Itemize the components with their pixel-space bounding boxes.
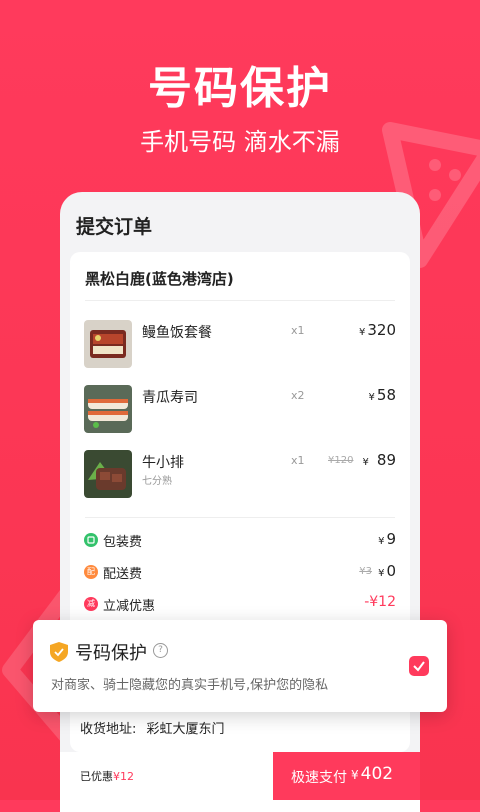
divider — [85, 517, 395, 518]
item-quantity: x2 — [291, 389, 305, 402]
discount-icon: 减 — [84, 597, 98, 611]
item-name: 牛小排 — [142, 455, 184, 471]
fee-amount: 9 — [386, 530, 396, 548]
saved-amount: ¥12 — [113, 770, 134, 783]
hero-title: 号码保护 — [148, 63, 332, 114]
order-item: 鳗鱼饭套餐 x1 ¥320 — [70, 320, 410, 370]
screen-title: 提交订单 — [76, 216, 153, 238]
food-image — [84, 385, 132, 433]
help-icon[interactable]: ? — [153, 643, 168, 658]
bottom-bar: 已优惠¥12 极速支付 ¥402 — [60, 752, 420, 812]
address-value: 彩虹大厦东门 — [146, 722, 225, 737]
fee-delivery: 配 配送费 ¥3 ¥0 — [70, 562, 410, 584]
popup-description: 对商家、骑士隐藏您的真实手机号,保护您的隐私 — [51, 678, 329, 693]
store-name[interactable]: 黑松白鹿(蓝色港湾店) — [85, 268, 234, 289]
popup-title: 号码保护 — [75, 643, 147, 664]
privacy-checkbox[interactable] — [409, 656, 429, 676]
check-icon — [413, 661, 425, 672]
item-name: 青瓜寿司 — [142, 390, 198, 406]
food-image — [84, 450, 132, 498]
phone-mockup: 提交订单 黑松白鹿(蓝色港湾店) 鳗鱼饭套餐 x1 ¥320 青瓜寿司 x2 ¥… — [60, 192, 420, 812]
fee-value: ¥0 — [378, 562, 396, 580]
fee-label: 配送费 — [103, 567, 143, 582]
item-price-value: 89 — [376, 451, 396, 469]
item-price: ¥58 — [369, 386, 396, 404]
fee-amount: -¥12 — [364, 594, 396, 610]
item-name: 鳗鱼饭套餐 — [142, 325, 212, 341]
fee-packaging: 包装费 ¥9 — [70, 530, 410, 552]
item-price: ¥320 — [359, 321, 396, 339]
package-icon — [84, 533, 98, 547]
item-price: ¥89 — [363, 451, 396, 469]
fee-amount: 0 — [386, 562, 396, 580]
item-price-value: 58 — [376, 386, 396, 404]
currency-symbol: ¥ — [358, 327, 366, 338]
item-price-value: 320 — [367, 321, 396, 339]
shield-icon — [50, 642, 68, 662]
address-label: 收货地址: — [80, 722, 137, 737]
fee-discount: 减 立减优惠 -¥12 — [70, 594, 410, 616]
privacy-popup: 号码保护 ? 对商家、骑士隐藏您的真实手机号,保护您的隐私 — [33, 620, 447, 712]
fee-value: ¥9 — [378, 530, 396, 548]
address-text: 收货地址: 彩虹大厦东门 — [80, 718, 225, 737]
saved-label: 已优惠 — [80, 770, 113, 783]
hero-subtitle: 手机号码 滴水不漏 — [140, 128, 340, 156]
item-quantity: x1 — [291, 454, 305, 467]
fee-original: ¥3 — [359, 566, 372, 577]
food-image — [84, 320, 132, 368]
delivery-icon: 配 — [84, 565, 98, 579]
currency-symbol: ¥ — [362, 457, 369, 468]
currency-symbol: ¥ — [378, 568, 385, 579]
item-original-price: ¥120 — [328, 455, 354, 466]
item-spec: 七分熟 — [142, 476, 172, 487]
currency-symbol: ¥ — [378, 536, 385, 547]
pay-label: 极速支付 — [291, 770, 347, 786]
order-card: 黑松白鹿(蓝色港湾店) 鳗鱼饭套餐 x1 ¥320 青瓜寿司 x2 ¥ 58 牛… — [70, 252, 410, 672]
item-quantity: x1 — [291, 324, 305, 337]
fee-label: 包装费 — [103, 535, 143, 550]
fee-label: 立减优惠 — [103, 599, 156, 614]
pay-amount: ¥402 — [351, 764, 393, 784]
order-item: 青瓜寿司 x2 ¥58 — [70, 385, 410, 435]
saved-summary: 已优惠¥12 — [80, 768, 134, 784]
currency-symbol: ¥ — [351, 768, 359, 782]
pay-button[interactable]: 极速支付 ¥402 — [273, 752, 420, 800]
order-item: 牛小排 七分熟 x1 ¥120 ¥89 — [70, 450, 410, 500]
pay-amount-value: 402 — [360, 764, 394, 784]
currency-symbol: ¥ — [368, 392, 375, 403]
divider — [85, 300, 395, 301]
